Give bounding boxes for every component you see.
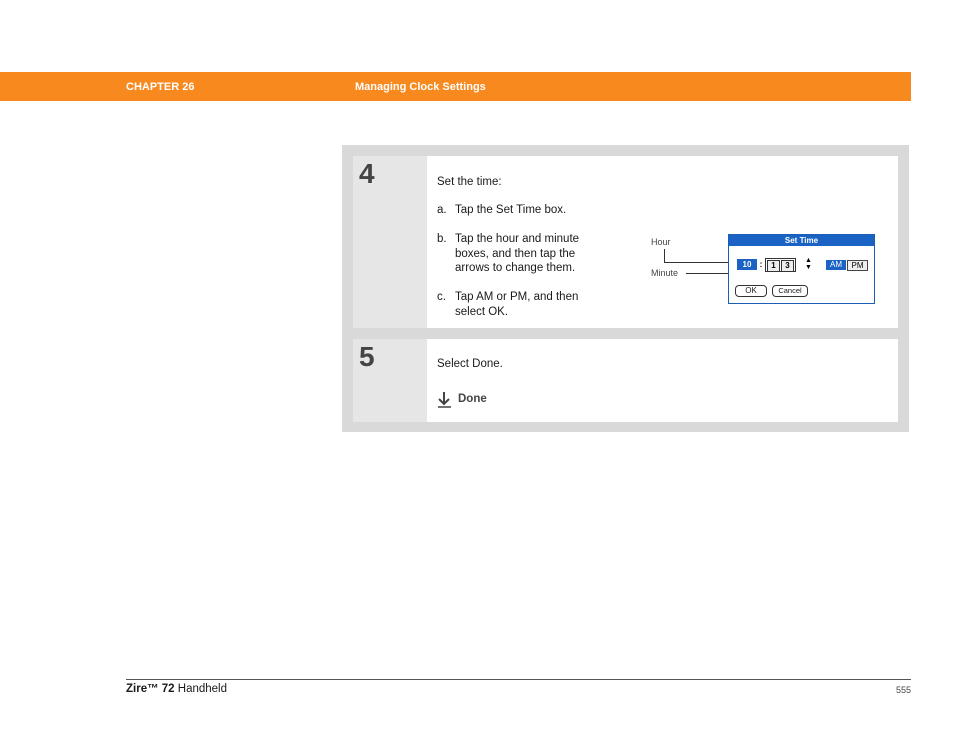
substep-label: c. bbox=[437, 291, 446, 303]
done-label: Done bbox=[458, 393, 487, 405]
product-suffix: Handheld bbox=[174, 683, 228, 695]
step-5: 5 Select Done. Done bbox=[353, 339, 898, 422]
up-arrow-icon[interactable]: ▲ bbox=[805, 257, 812, 264]
done-shortcut: Done bbox=[437, 391, 487, 409]
chapter-title: Managing Clock Settings bbox=[355, 81, 486, 93]
am-button[interactable]: AM bbox=[826, 260, 846, 270]
dialog-title: Set Time bbox=[729, 235, 874, 246]
minute-box[interactable]: 1 3 bbox=[765, 258, 796, 272]
chapter-label: CHAPTER 26 bbox=[126, 81, 195, 93]
steps-panel: 4 Set the time: a. Tap the Set Time box.… bbox=[342, 145, 909, 432]
product-name: Zire™ 72 bbox=[126, 683, 175, 695]
step-number: 5 bbox=[359, 341, 375, 372]
ok-button[interactable]: OK bbox=[735, 285, 767, 297]
footer-product: Zire™ 72 Handheld bbox=[126, 683, 227, 695]
down-arrow-icon bbox=[438, 392, 451, 408]
chapter-header-bar: CHAPTER 26 Managing Clock Settings bbox=[0, 72, 911, 101]
step-intro: Set the time: bbox=[437, 176, 502, 188]
substep-text: Tap the Set Time box. bbox=[455, 204, 567, 216]
minute-tens-digit[interactable]: 1 bbox=[767, 260, 780, 272]
substep-text: Tap AM or PM, and then select OK. bbox=[455, 291, 579, 318]
minute-ones-digit[interactable]: 3 bbox=[781, 260, 794, 272]
footer-divider bbox=[126, 679, 911, 680]
step-number: 4 bbox=[359, 158, 375, 189]
substep-label: b. bbox=[437, 233, 447, 245]
pm-button[interactable]: PM bbox=[847, 260, 868, 271]
hour-callout-line bbox=[664, 262, 736, 263]
time-colon: : bbox=[759, 260, 763, 269]
cancel-button[interactable]: Cancel bbox=[772, 285, 808, 297]
step-number-column: 4 bbox=[353, 156, 427, 328]
set-time-dialog: Set Time 10 : 1 3 ▲ ▼ AM PM OK Cancel bbox=[728, 234, 875, 304]
page-number: 555 bbox=[895, 685, 911, 695]
hour-callout-label: Hour bbox=[651, 237, 671, 247]
substep-label: a. bbox=[437, 204, 447, 216]
step-number-column: 5 bbox=[353, 339, 427, 422]
down-arrow-icon[interactable]: ▼ bbox=[805, 264, 812, 271]
hour-box[interactable]: 10 bbox=[737, 259, 757, 270]
time-arrows[interactable]: ▲ ▼ bbox=[805, 257, 812, 271]
minute-callout-label: Minute bbox=[651, 268, 679, 278]
step-4: 4 Set the time: a. Tap the Set Time box.… bbox=[353, 156, 898, 328]
step-intro: Select Done. bbox=[437, 358, 503, 370]
substep-text: Tap the hour and minute boxes, and then … bbox=[455, 233, 580, 274]
hour-callout-line bbox=[664, 249, 665, 262]
